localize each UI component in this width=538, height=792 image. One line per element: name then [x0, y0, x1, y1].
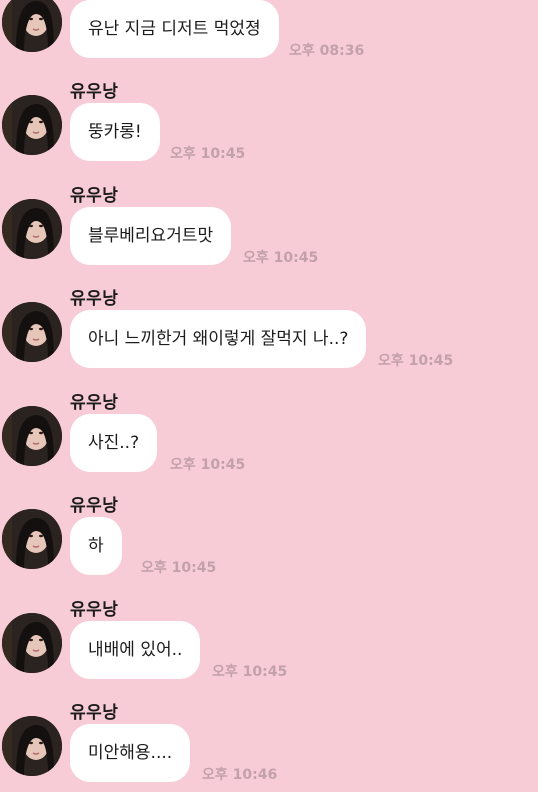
- chat-message-list[interactable]: 유난 지금 디저트 먹었졍 오후 08:36 유우낭 뚱카롱! 오후 10:45…: [0, 0, 538, 792]
- sender-name: 유우낭: [70, 289, 119, 309]
- avatar[interactable]: [2, 716, 62, 776]
- profile-photo-icon: [2, 302, 62, 362]
- message-row: 유우낭 사진..? 오후 10:45: [0, 388, 538, 492]
- message-timestamp: 오후 08:36: [289, 43, 365, 59]
- sender-name: 유우낭: [70, 703, 119, 723]
- message-timestamp: 오후 10:45: [170, 457, 246, 473]
- profile-photo-icon: [2, 613, 62, 673]
- message-bubble[interactable]: 미안해용....: [70, 724, 191, 782]
- message-row: 유우낭 내배에 있어.. 오후 10:45: [0, 595, 538, 699]
- avatar[interactable]: [2, 199, 62, 259]
- avatar[interactable]: [2, 613, 62, 673]
- sender-name: 유우낭: [70, 82, 119, 102]
- message-timestamp: 오후 10:45: [170, 146, 246, 162]
- profile-photo-icon: [2, 716, 62, 776]
- message-row: 유우낭 아니 느끼한거 왜이렇게 잘먹지 나..? 오후 10:45: [0, 284, 538, 388]
- message-bubble[interactable]: 뚱카롱!: [70, 103, 160, 161]
- message-timestamp: 오후 10:46: [202, 767, 278, 783]
- avatar[interactable]: [2, 406, 62, 466]
- avatar[interactable]: [2, 0, 62, 52]
- avatar[interactable]: [2, 509, 62, 569]
- sender-name: 유우낭: [70, 600, 119, 620]
- message-row: 유우낭 뚱카롱! 오후 10:45: [0, 77, 538, 181]
- message-bubble[interactable]: 내배에 있어..: [70, 621, 201, 679]
- message-row: 유난 지금 디저트 먹었졍 오후 08:36: [0, 0, 538, 78]
- message-row: 유우낭 블루베리요거트맛 오후 10:45: [0, 181, 538, 285]
- sender-name: 유우낭: [70, 496, 119, 516]
- profile-photo-icon: [2, 509, 62, 569]
- profile-photo-icon: [2, 199, 62, 259]
- message-timestamp: 오후 10:45: [378, 353, 454, 369]
- message-bubble[interactable]: 유난 지금 디저트 먹었졍: [70, 0, 279, 58]
- profile-photo-icon: [2, 0, 62, 52]
- message-bubble[interactable]: 아니 느끼한거 왜이렇게 잘먹지 나..?: [70, 310, 367, 368]
- message-timestamp: 오후 10:45: [141, 560, 217, 576]
- message-timestamp: 오후 10:45: [243, 250, 319, 266]
- profile-photo-icon: [2, 406, 62, 466]
- message-timestamp: 오후 10:45: [212, 664, 288, 680]
- sender-name: 유우낭: [70, 186, 119, 206]
- avatar[interactable]: [2, 302, 62, 362]
- message-row: 유우낭 미안해용.... 오후 10:46: [0, 698, 538, 792]
- message-bubble[interactable]: 하: [70, 517, 122, 575]
- sender-name: 유우낭: [70, 393, 119, 413]
- profile-photo-icon: [2, 95, 62, 155]
- avatar[interactable]: [2, 95, 62, 155]
- message-bubble[interactable]: 사진..?: [70, 414, 158, 472]
- message-row: 유우낭 하 오후 10:45: [0, 491, 538, 595]
- message-bubble[interactable]: 블루베리요거트맛: [70, 207, 232, 265]
